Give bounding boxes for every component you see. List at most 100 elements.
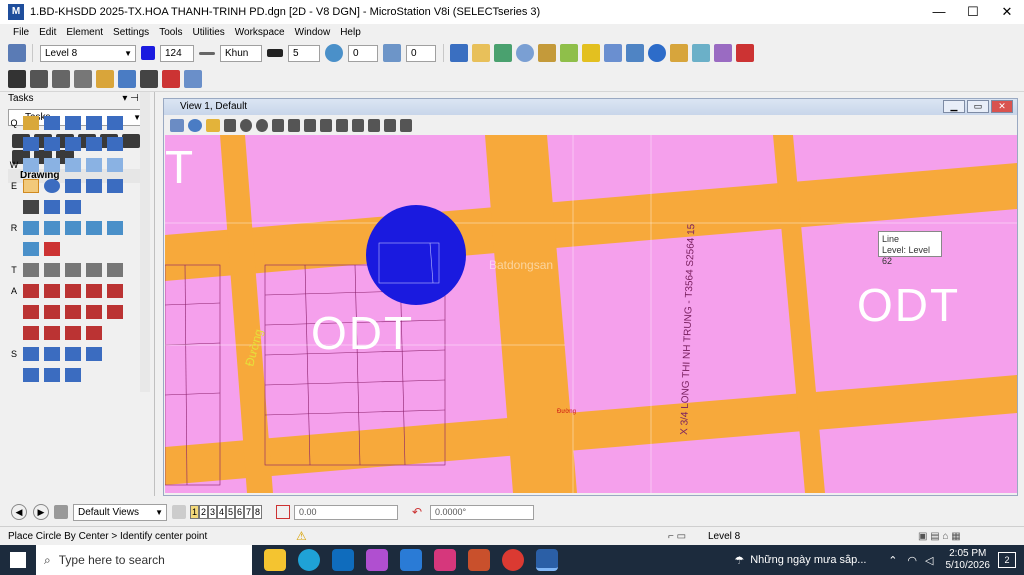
menu-edit[interactable]: Edit <box>39 27 56 38</box>
chrome-icon[interactable] <box>502 549 524 571</box>
outlook-icon[interactable] <box>332 549 354 571</box>
info-icon[interactable] <box>648 44 666 62</box>
priority-icon[interactable] <box>383 44 401 62</box>
transparency-icon[interactable] <box>325 44 343 62</box>
forward-arrow-icon[interactable]: ▶ <box>33 504 49 520</box>
tag-edit-icon[interactable] <box>43 367 60 382</box>
arc-angle-icon[interactable] <box>64 199 81 214</box>
arc-center-icon[interactable] <box>64 178 81 193</box>
accudraw-icon[interactable] <box>626 44 644 62</box>
file-explorer-icon[interactable] <box>264 549 286 571</box>
style-combo[interactable]: Khun <box>220 44 262 62</box>
smartline-icon[interactable] <box>64 115 81 130</box>
region-icon[interactable] <box>64 157 81 172</box>
menu-element[interactable]: Element <box>66 27 103 38</box>
stream-icon[interactable] <box>85 136 102 151</box>
view-group-combo[interactable]: Default Views ▼ <box>73 503 167 521</box>
wifi-icon[interactable]: ◠ <box>907 554 917 567</box>
maximize-button[interactable]: ☐ <box>956 0 990 24</box>
copy-view-icon[interactable] <box>368 118 380 132</box>
place-fence-icon[interactable] <box>52 69 70 88</box>
pan-view-icon[interactable] <box>320 118 332 132</box>
define-cell-icon[interactable] <box>85 346 102 361</box>
measure-icon[interactable] <box>692 44 710 62</box>
angle-lock-icon[interactable]: ↶ <box>412 505 426 519</box>
view-attributes-icon[interactable] <box>170 118 184 132</box>
text-node-icon[interactable] <box>64 283 81 298</box>
grid-icon[interactable] <box>714 44 732 62</box>
copy-icon[interactable] <box>472 44 490 62</box>
copy-text-icon[interactable] <box>22 304 39 319</box>
dimension-icon[interactable] <box>22 262 39 277</box>
text-abc-icon[interactable] <box>85 283 102 298</box>
weight-combo[interactable]: 5 <box>288 44 320 62</box>
angle-field[interactable]: 0.0000° <box>430 504 534 520</box>
line-icon[interactable] <box>43 115 60 130</box>
menu-file[interactable]: File <box>13 27 29 38</box>
status-icons[interactable]: ▣ ▤ ⌂ ▦ <box>918 531 1008 542</box>
search-icon[interactable] <box>670 44 688 62</box>
pan-hand-icon[interactable] <box>74 69 92 88</box>
view-group-settings-icon[interactable] <box>172 505 186 519</box>
clock[interactable]: 2:05 PM 5/10/2026 <box>946 548 991 572</box>
fence-select-icon[interactable] <box>30 69 48 88</box>
camera-icon[interactable] <box>400 118 412 132</box>
view-clip-icon[interactable] <box>384 118 396 132</box>
minimize-button[interactable]: — <box>922 0 956 24</box>
view-minimize-button[interactable]: ▁ <box>943 100 965 113</box>
menu-window[interactable]: Window <box>295 27 331 38</box>
weather-text[interactable]: Những ngày mưa sắp... <box>750 554 882 566</box>
priority-combo[interactable]: 0 <box>406 44 436 62</box>
view-next-icon[interactable] <box>352 118 364 132</box>
abc-text-icon[interactable] <box>64 325 81 340</box>
replace-cell-icon[interactable] <box>64 346 81 361</box>
spline-icon[interactable] <box>22 136 39 151</box>
arc-icon[interactable] <box>43 136 60 151</box>
hatch-icon[interactable] <box>22 220 39 235</box>
half-ellipse-icon[interactable] <box>85 178 102 193</box>
display-style-icon[interactable] <box>188 118 202 132</box>
zoom-in-icon[interactable] <box>240 118 252 132</box>
increment-text-icon[interactable] <box>43 304 60 319</box>
taskbar-search[interactable]: ⌕ Type here to search <box>36 545 252 575</box>
level-display-icon[interactable] <box>582 44 600 62</box>
transparency-combo[interactable]: 0 <box>348 44 378 62</box>
view-button-6[interactable]: 6 <box>235 505 244 519</box>
view-close-button[interactable]: ✕ <box>991 100 1013 113</box>
block-icon[interactable] <box>22 157 39 172</box>
m365-icon[interactable] <box>366 549 388 571</box>
text-style-icon[interactable] <box>85 304 102 319</box>
modify-shape-icon[interactable] <box>106 157 123 172</box>
ellipse-icon[interactable] <box>43 178 60 193</box>
fit-text-icon[interactable] <box>43 325 60 340</box>
copilot-icon[interactable] <box>434 549 456 571</box>
group-icon[interactable] <box>184 69 202 88</box>
microstation-taskbar-icon[interactable] <box>536 549 558 571</box>
tag-icon[interactable] <box>22 367 39 382</box>
view-previous-icon[interactable] <box>336 118 348 132</box>
circle-icon[interactable] <box>22 178 39 193</box>
layers-icon[interactable] <box>560 44 578 62</box>
update-view-icon[interactable] <box>224 118 236 132</box>
menu-utilities[interactable]: Utilities <box>193 27 225 38</box>
modify-icon[interactable] <box>118 69 136 88</box>
view-button-4[interactable]: 4 <box>217 505 226 519</box>
weather-icon[interactable]: ☂ <box>734 554 744 567</box>
place-text-icon[interactable] <box>22 283 39 298</box>
level-manager-icon[interactable] <box>8 44 26 62</box>
crosshatch-icon[interactable] <box>43 220 60 235</box>
manipulate-icon[interactable] <box>96 69 114 88</box>
menu-tools[interactable]: Tools <box>159 27 182 38</box>
snap-icon[interactable] <box>604 44 622 62</box>
close-button[interactable]: ✕ <box>990 0 1024 24</box>
dim-radial-icon[interactable] <box>64 262 81 277</box>
color-swatch-icon[interactable] <box>141 46 155 60</box>
color-combo[interactable]: 124 <box>160 44 194 62</box>
line-weight-icon[interactable] <box>267 49 283 57</box>
distance-field[interactable]: 0.00 <box>294 504 398 520</box>
window-area-icon[interactable] <box>272 118 284 132</box>
quarter-ellipse-icon[interactable] <box>106 178 123 193</box>
edge-icon[interactable] <box>298 549 320 571</box>
rotate-view-icon[interactable] <box>304 118 316 132</box>
notifications-badge[interactable]: 2 <box>998 552 1016 568</box>
